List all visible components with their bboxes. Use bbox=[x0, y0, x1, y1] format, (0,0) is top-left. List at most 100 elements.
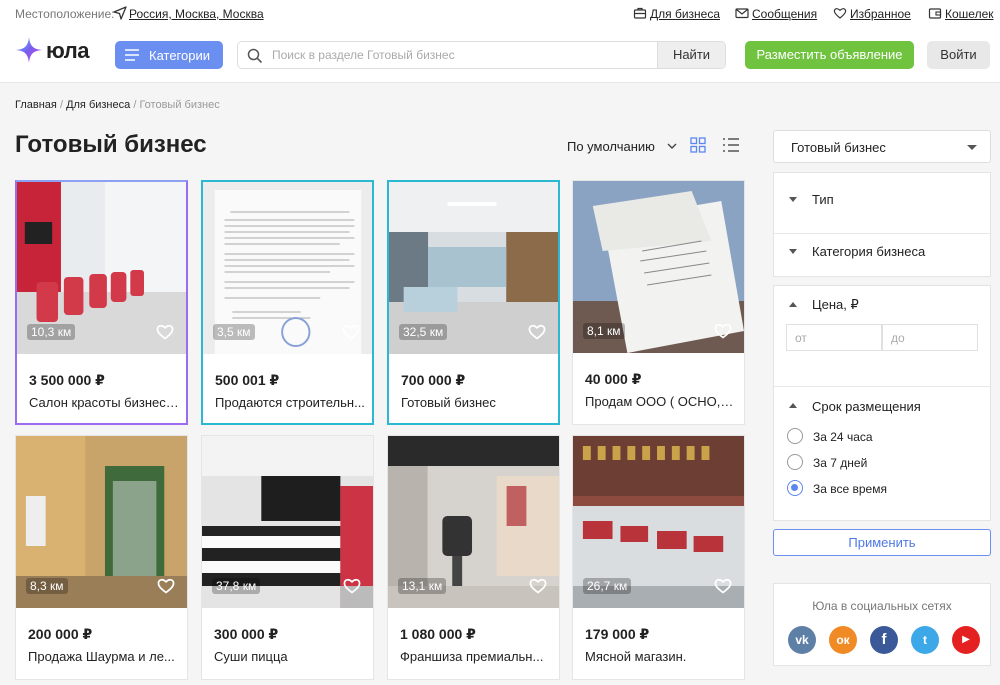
favorite-heart-icon[interactable] bbox=[714, 322, 732, 339]
listing-price: 700 000 ₽ bbox=[401, 372, 466, 388]
favorite-heart-icon[interactable] bbox=[156, 323, 174, 340]
wallet-icon bbox=[928, 8, 942, 19]
listing-price: 200 000 ₽ bbox=[28, 626, 93, 642]
listing-price: 1 080 000 ₽ bbox=[400, 626, 476, 642]
for-business-link[interactable]: Для бизнеса bbox=[650, 7, 720, 21]
distance-badge: 32,5 км bbox=[399, 324, 448, 340]
favorites-link[interactable]: Избранное bbox=[850, 7, 911, 21]
breadcrumb-for-business[interactable]: Для бизнеса bbox=[66, 99, 130, 111]
briefcase-icon bbox=[633, 7, 647, 19]
period-filter-toggle[interactable]: Срок размещения bbox=[774, 391, 990, 421]
heart-icon bbox=[833, 8, 847, 19]
price-to-input[interactable] bbox=[882, 324, 978, 351]
grid-view-icon[interactable] bbox=[690, 137, 706, 153]
distance-badge: 8,1 км bbox=[583, 323, 625, 339]
price-filter-toggle[interactable]: Цена, ₽ bbox=[774, 286, 990, 322]
listing-card[interactable]: 37,8 км 300 000 ₽ Суши пицца bbox=[201, 435, 374, 680]
filter-group: Тип Категория бизнеса bbox=[773, 172, 991, 277]
breadcrumb-home[interactable]: Главная bbox=[15, 99, 57, 111]
listing-card[interactable]: 26,7 км 179 000 ₽ Мясной магазин. bbox=[572, 435, 745, 680]
price-from-input[interactable] bbox=[786, 324, 882, 351]
logo-text[interactable]: юла bbox=[46, 38, 89, 64]
search-button[interactable]: Найти bbox=[657, 42, 725, 68]
logo-star-icon[interactable] bbox=[15, 36, 43, 64]
favorite-heart-icon[interactable] bbox=[342, 323, 360, 340]
listing-price: 179 000 ₽ bbox=[585, 626, 650, 642]
filter-business-category-label: Категория бизнеса bbox=[812, 244, 926, 259]
listing-title[interactable]: Готовый бизнес bbox=[401, 395, 551, 410]
price-filter-label: Цена, ₽ bbox=[812, 297, 859, 312]
vk-icon[interactable]: vk bbox=[788, 626, 816, 654]
favorite-heart-icon[interactable] bbox=[528, 323, 546, 340]
listing-price: 300 000 ₽ bbox=[214, 626, 279, 642]
listing-card[interactable]: 3,5 км 500 001 ₽ Продаются строительн... bbox=[201, 180, 374, 425]
caret-down-icon bbox=[967, 145, 977, 150]
listing-card[interactable]: 8,3 км 200 000 ₽ Продажа Шаурма и ле... bbox=[15, 435, 188, 680]
caret-down-icon bbox=[789, 197, 797, 202]
social-block: Юла в социальных сетях vk ок f t ▶ bbox=[773, 583, 991, 666]
listing-title[interactable]: Мясной магазин. bbox=[585, 649, 735, 664]
sort-dropdown[interactable]: По умолчанию bbox=[567, 139, 655, 154]
caret-up-icon bbox=[789, 302, 797, 307]
categories-label: Категории bbox=[149, 48, 210, 63]
radio-all-time[interactable] bbox=[787, 480, 803, 496]
listing-card[interactable]: 32,5 км 700 000 ₽ Готовый бизнес bbox=[387, 180, 560, 425]
distance-badge: 8,3 км bbox=[26, 578, 68, 594]
radio-label-24h[interactable]: За 24 часа bbox=[813, 430, 873, 444]
listing-title[interactable]: Продажа Шаурма и ле... bbox=[28, 649, 178, 664]
location-link[interactable]: Россия, Москва, Москва bbox=[129, 7, 264, 21]
category-select-value: Готовый бизнес bbox=[791, 140, 886, 155]
favorite-heart-icon[interactable] bbox=[157, 577, 175, 594]
facebook-icon[interactable]: f bbox=[870, 626, 898, 654]
apply-button[interactable]: Применить bbox=[773, 529, 991, 556]
search-input[interactable] bbox=[272, 42, 652, 68]
search-icon bbox=[247, 48, 263, 64]
categories-button[interactable]: Категории bbox=[115, 41, 223, 69]
login-button[interactable]: Войти bbox=[927, 41, 990, 69]
caret-up-icon bbox=[789, 403, 797, 408]
period-filter-label: Срок размещения bbox=[812, 399, 921, 414]
distance-badge: 13,1 км bbox=[398, 578, 447, 594]
category-select[interactable]: Готовый бизнес bbox=[773, 130, 991, 163]
radio-label-all-time[interactable]: За все время bbox=[813, 482, 887, 496]
distance-badge: 3,5 км bbox=[213, 324, 255, 340]
radio-24h[interactable] bbox=[787, 428, 803, 444]
distance-badge: 26,7 км bbox=[583, 578, 632, 594]
listing-title[interactable]: Продаются строительн... bbox=[215, 395, 365, 410]
wallet-link[interactable]: Кошелек bbox=[945, 7, 994, 21]
listing-price: 40 000 ₽ bbox=[585, 371, 642, 387]
listing-card[interactable]: 13,1 км 1 080 000 ₽ Франшиза премиальн..… bbox=[387, 435, 560, 680]
listing-price: 500 001 ₽ bbox=[215, 372, 280, 388]
location-arrow-icon bbox=[113, 6, 127, 20]
envelope-icon bbox=[735, 8, 749, 19]
social-label: Юла в социальных сетях bbox=[812, 599, 952, 613]
listing-title[interactable]: Суши пицца bbox=[214, 649, 364, 664]
menu-icon bbox=[125, 49, 139, 61]
header: юла Категории Найти Разместить объявлени… bbox=[0, 28, 1000, 83]
favorite-heart-icon[interactable] bbox=[343, 577, 361, 594]
youtube-icon[interactable]: ▶ bbox=[952, 626, 980, 654]
radio-label-7d[interactable]: За 7 дней bbox=[813, 456, 867, 470]
page-title: Готовый бизнес bbox=[15, 131, 207, 158]
favorite-heart-icon[interactable] bbox=[714, 577, 732, 594]
top-bar: Местоположение: Россия, Москва, Москва Д… bbox=[0, 0, 1000, 28]
odnoklassniki-icon[interactable]: ок bbox=[829, 626, 857, 654]
filter-type-toggle[interactable]: Тип bbox=[774, 173, 990, 225]
listing-title[interactable]: Франшиза премиальн... bbox=[400, 649, 550, 664]
post-ad-button[interactable]: Разместить объявление bbox=[745, 41, 914, 69]
messages-link[interactable]: Сообщения bbox=[752, 7, 817, 21]
chevron-down-icon[interactable] bbox=[667, 141, 677, 151]
distance-badge: 37,8 км bbox=[212, 578, 261, 594]
listing-title[interactable]: Продам ООО ( ОСНО, У... bbox=[585, 394, 735, 409]
favorite-heart-icon[interactable] bbox=[529, 577, 547, 594]
listing-card[interactable]: 8,1 км 40 000 ₽ Продам ООО ( ОСНО, У... bbox=[572, 180, 745, 425]
listing-price: 3 500 000 ₽ bbox=[29, 372, 105, 388]
twitter-icon[interactable]: t bbox=[911, 626, 939, 654]
breadcrumb: Главная / Для бизнеса / Готовый бизнес bbox=[15, 99, 220, 111]
list-view-icon[interactable] bbox=[722, 137, 740, 153]
filter-business-category-toggle[interactable]: Категория бизнеса bbox=[774, 234, 990, 278]
listing-title[interactable]: Салон красоты бизнес ... bbox=[29, 395, 179, 410]
listing-card[interactable]: 10,3 км 3 500 000 ₽ Салон красоты бизнес… bbox=[15, 180, 188, 425]
radio-7d[interactable] bbox=[787, 454, 803, 470]
caret-down-icon bbox=[789, 249, 797, 254]
